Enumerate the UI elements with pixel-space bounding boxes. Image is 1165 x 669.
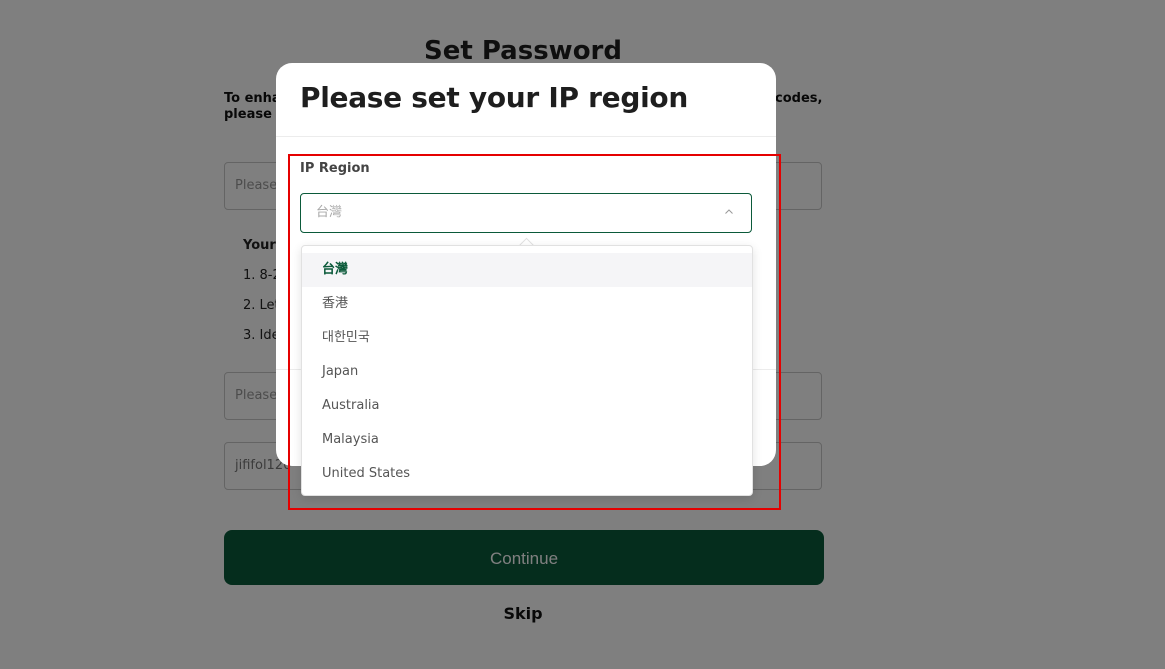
region-option-australia[interactable]: Australia bbox=[302, 389, 752, 423]
modal-divider bbox=[276, 136, 776, 137]
modal-title: Please set your IP region bbox=[300, 81, 688, 114]
region-option-hong-kong[interactable]: 香港 bbox=[302, 287, 752, 321]
ip-region-dropdown: 台灣 香港 대한민국 Japan Australia Malaysia Unit… bbox=[301, 245, 753, 496]
chevron-up-icon bbox=[725, 209, 733, 214]
ip-region-select[interactable]: 台灣 bbox=[300, 193, 752, 233]
region-option-japan[interactable]: Japan bbox=[302, 355, 752, 389]
ip-region-selected-value: 台灣 bbox=[316, 205, 343, 220]
region-option-taiwan[interactable]: 台灣 bbox=[302, 253, 752, 287]
region-option-korea[interactable]: 대한민국 bbox=[302, 321, 752, 355]
region-option-malaysia[interactable]: Malaysia bbox=[302, 423, 752, 457]
ip-region-label: IP Region bbox=[300, 161, 370, 176]
region-option-united-states[interactable]: United States bbox=[302, 457, 752, 491]
